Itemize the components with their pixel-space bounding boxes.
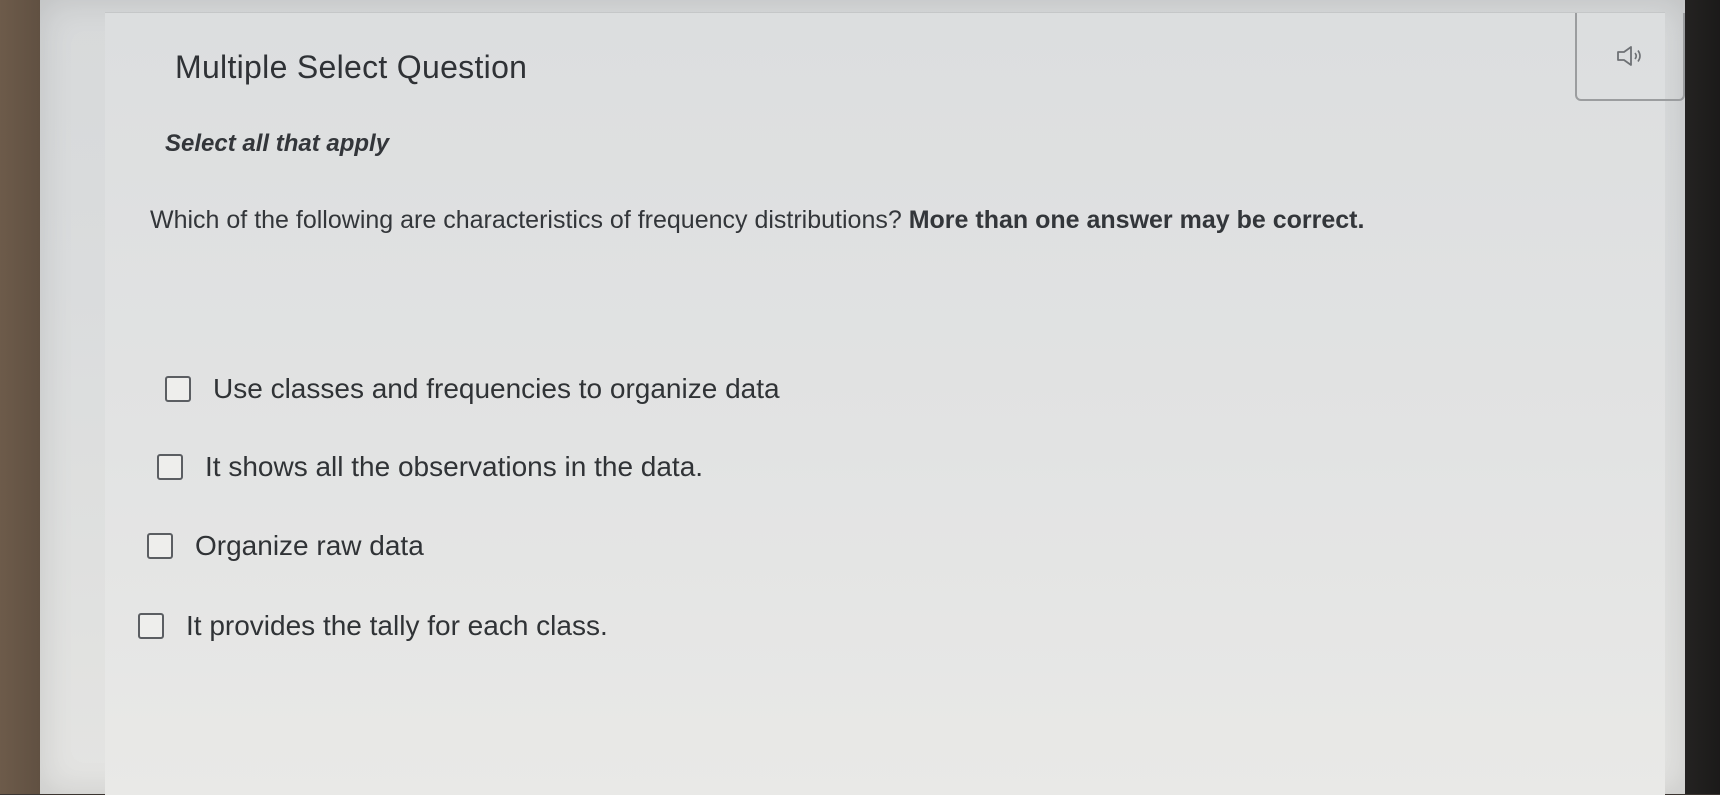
answer-option-1[interactable]: Use classes and frequencies to organize … [165,373,780,405]
question-text: Which of the following are characteristi… [150,195,1620,245]
answer-option-label: Organize raw data [195,530,424,561]
question-prompt: Which of the following are characteristi… [150,206,909,234]
speaker-icon [1617,46,1641,66]
answer-option-4[interactable]: It provides the tally for each class. [138,610,608,642]
checkbox[interactable] [165,376,191,402]
checkbox[interactable] [157,454,183,480]
answer-option-2[interactable]: It shows all the observations in the dat… [157,451,703,483]
answer-option-label: It provides the tally for each class. [186,610,608,641]
screen: Multiple Select Question Select all that… [40,0,1685,795]
instruction-text: Select all that apply [165,130,390,157]
question-emphasis: More than one answer may be correct. [908,206,1365,234]
read-aloud-button[interactable] [1575,13,1685,101]
checkbox[interactable] [147,533,173,559]
question-panel: Multiple Select Question Select all that… [105,12,1685,795]
answer-option-label: Use classes and frequencies to organize … [213,373,780,404]
question-type-title: Multiple Select Question [175,49,528,85]
answer-option-3[interactable]: Organize raw data [147,530,424,562]
answer-option-label: It shows all the observations in the dat… [205,451,704,482]
checkbox[interactable] [138,613,164,639]
